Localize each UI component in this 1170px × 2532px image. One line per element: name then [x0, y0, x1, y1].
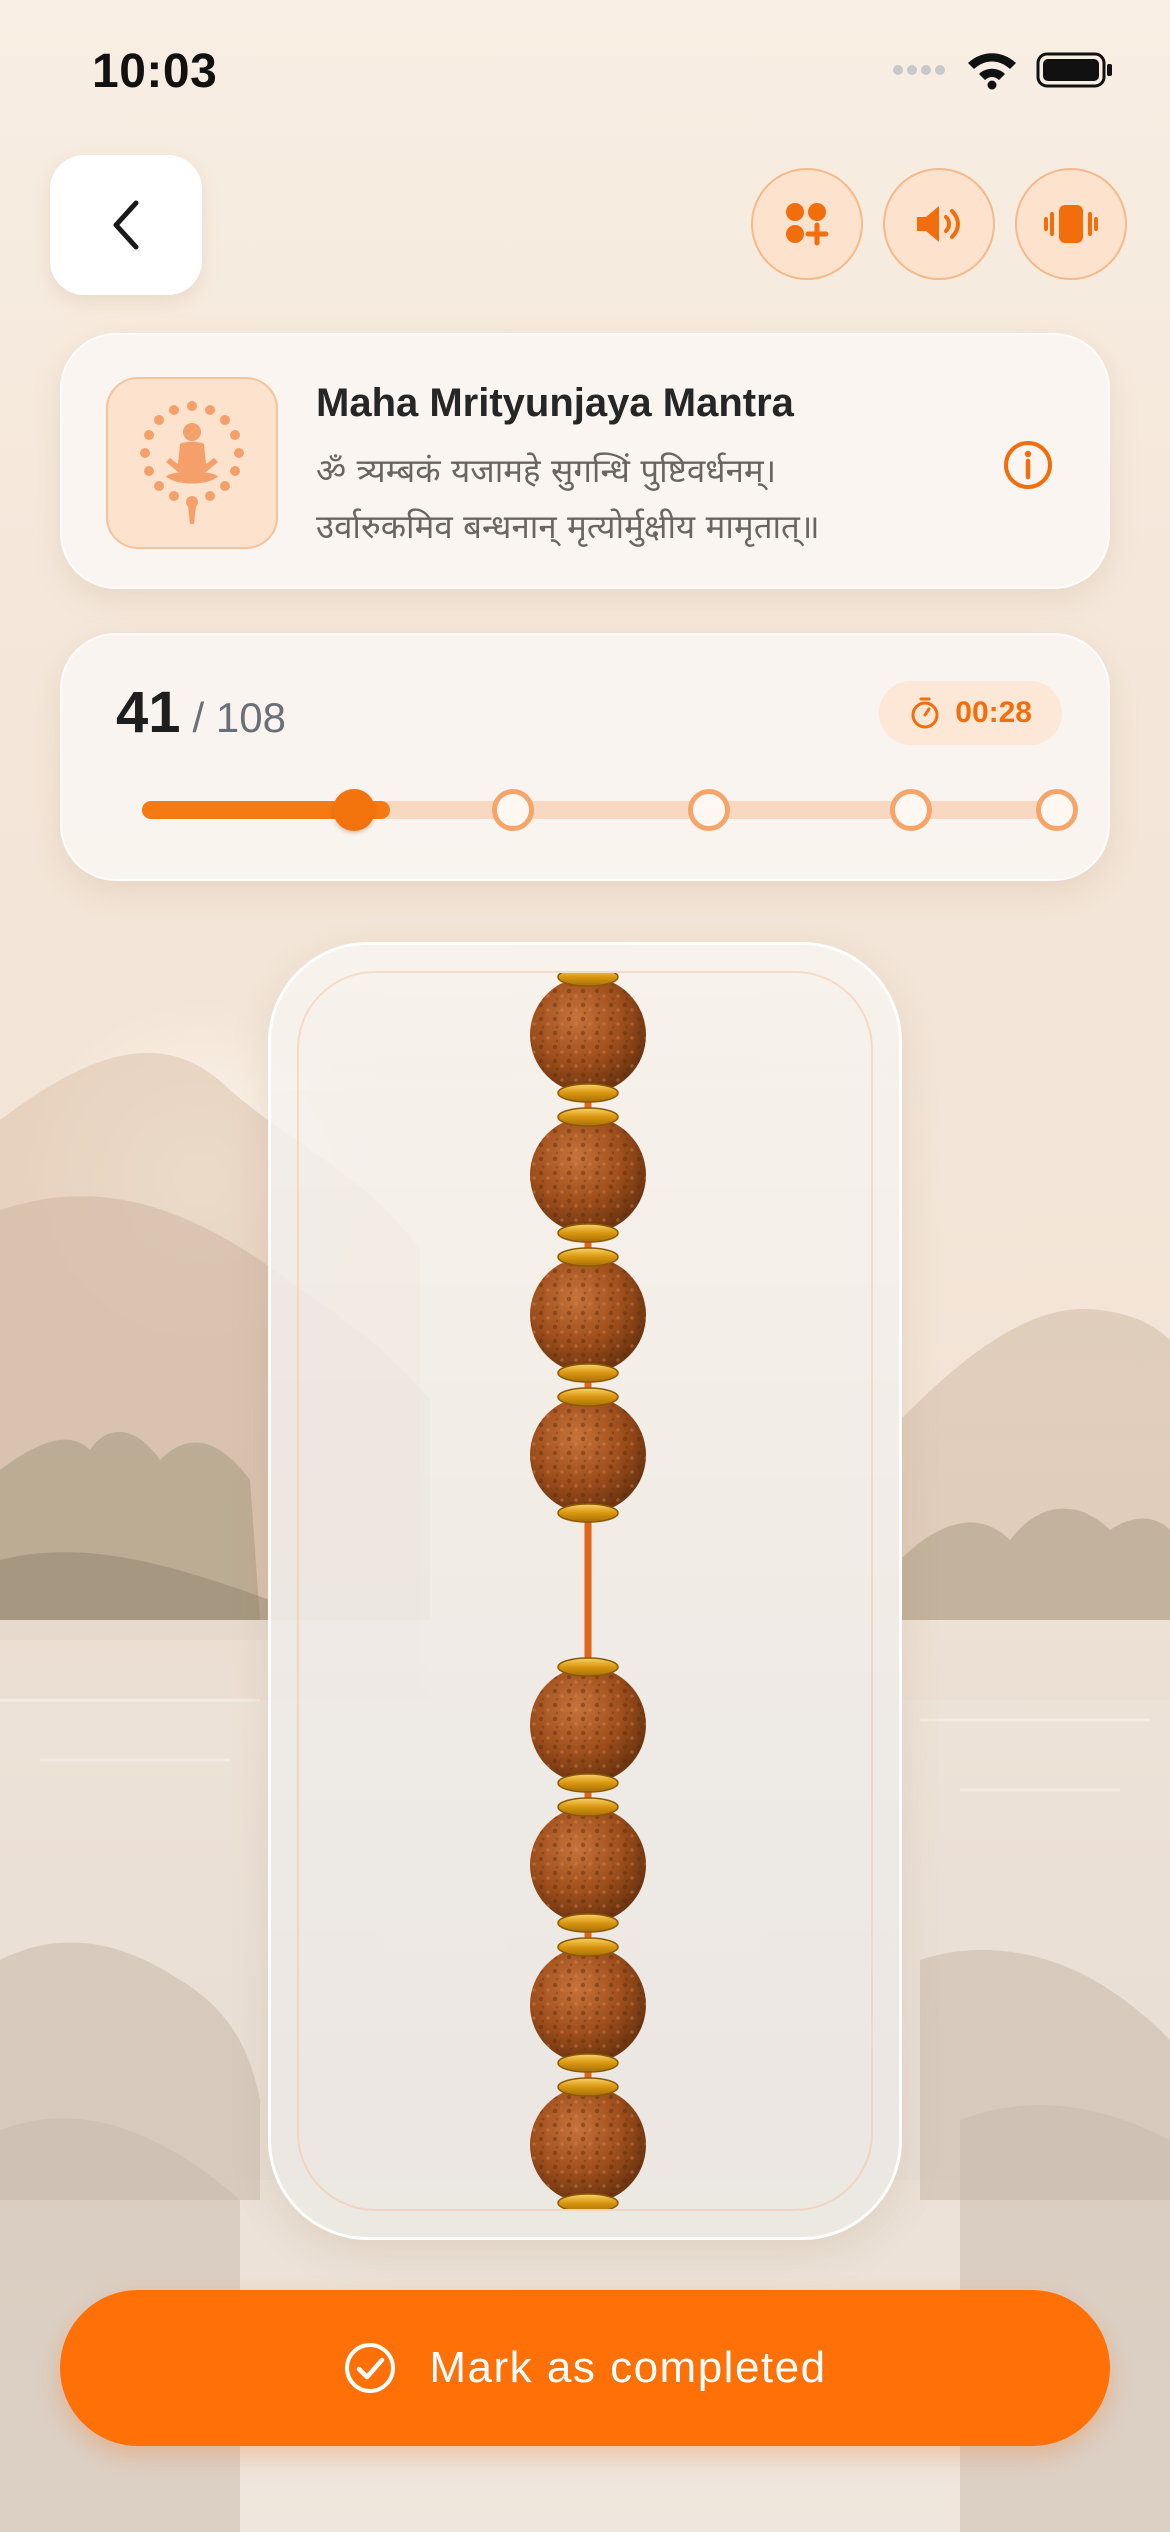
bead-cap-bottom — [557, 2053, 619, 2073]
bead-cap-bottom — [557, 1773, 619, 1793]
bead-cap-bottom — [557, 1913, 619, 1933]
status-icons — [892, 50, 1114, 90]
battery-icon — [1036, 52, 1112, 88]
progress-card: 41 / 108 00:28 — [60, 633, 1110, 881]
mala-panel[interactable] — [268, 942, 902, 2240]
vibration-toggle-button[interactable] — [1015, 168, 1127, 280]
rudraksha-bead — [530, 1667, 646, 1783]
bead-cap-top — [557, 973, 619, 987]
current-count: 41 — [116, 680, 181, 745]
mantra-title: Maha Mrityunjaya Mantra — [316, 381, 794, 425]
bead-cap-bottom — [557, 1363, 619, 1383]
mala-beads — [530, 973, 646, 2209]
check-circle-icon — [345, 2343, 396, 2393]
bead-cap-bottom — [557, 1503, 619, 1523]
bead-cap-top — [557, 1107, 619, 1127]
rudraksha-bead — [530, 1807, 646, 1923]
bead-cap-top — [557, 1657, 619, 1677]
stopwatch-icon — [911, 697, 939, 729]
rudraksha-bead — [530, 1257, 646, 1373]
back-button[interactable] — [50, 155, 202, 295]
progress-milestone-2 — [688, 789, 731, 831]
bead-cap-top — [557, 1937, 619, 1957]
bead-cap-bottom — [557, 1083, 619, 1103]
bead-cap-bottom — [557, 2193, 619, 2209]
vibrate-icon — [1044, 205, 1098, 243]
bead-cap-top — [557, 1387, 619, 1407]
timer-value: 00:28 — [955, 696, 1032, 729]
rudraksha-bead — [530, 1947, 646, 2063]
mark-as-completed-label: Mark as completed — [429, 2343, 827, 2392]
progress-knob — [333, 789, 376, 831]
mantra-info-button[interactable] — [1000, 437, 1056, 493]
rudraksha-bead — [530, 2087, 646, 2203]
cellular-signal-icon — [893, 65, 945, 75]
chant-counter: 41 / 108 — [116, 679, 286, 746]
mantra-thumbnail — [106, 377, 278, 549]
rudraksha-bead — [530, 977, 646, 1093]
status-time: 10:03 — [92, 45, 218, 98]
progress-milestone-4 — [1036, 789, 1078, 831]
mark-as-completed-button[interactable]: Mark as completed — [60, 2290, 1110, 2446]
bead-cap-top — [557, 1247, 619, 1267]
sound-toggle-button[interactable] — [883, 168, 995, 280]
rudraksha-bead — [530, 1117, 646, 1233]
info-icon — [1004, 441, 1052, 489]
sound-icon — [917, 206, 960, 242]
progress-track — [142, 789, 1078, 831]
mantra-text-line-1: ॐ त्र्यम्बकं यजामहे सुगन्धिं पुष्टिवर्धन… — [316, 451, 777, 490]
timer-badge: 00:28 — [879, 681, 1062, 745]
bead-cap-top — [557, 1797, 619, 1817]
add-mala-button[interactable] — [751, 168, 863, 280]
rudraksha-bead — [530, 1397, 646, 1513]
malas-add-icon — [786, 203, 829, 246]
chevron-left-icon — [113, 200, 139, 250]
progress-milestone-1 — [491, 789, 534, 831]
mantra-card[interactable]: Maha Mrityunjaya Mantra ॐ त्र्यम्बकं यजा… — [60, 333, 1110, 589]
wifi-icon — [968, 53, 1016, 90]
bead-cap-top — [557, 2077, 619, 2097]
meditation-mala-icon — [140, 401, 244, 524]
mantra-text-line-2: उर्वारुकमिव बन्धनान् मृत्योर्मुक्षीय माम… — [316, 507, 820, 546]
status-bar: 10:03 — [0, 0, 1170, 140]
total-count: / 108 — [192, 694, 286, 741]
mala-tap-area[interactable] — [297, 971, 873, 2211]
progress-milestone-3 — [889, 789, 932, 831]
bead-cap-bottom — [557, 1223, 619, 1243]
